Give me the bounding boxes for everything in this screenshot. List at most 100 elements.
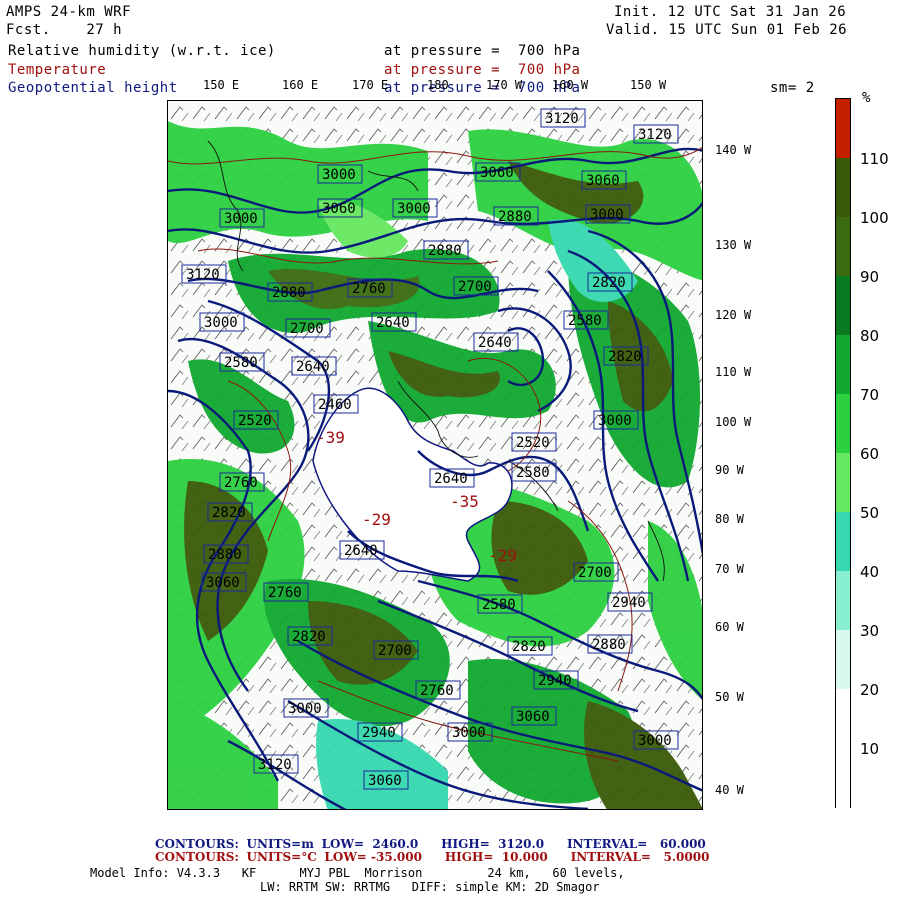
footer-height-contours: CONTOURS: UNITS=m LOW= 2460.0 HIGH= 3120… [155, 837, 706, 851]
lon-label: 170 E [352, 78, 389, 92]
svg-text:3000: 3000 [452, 725, 486, 741]
colorbar-tick: 90 [860, 268, 880, 286]
colorbar-segment [836, 394, 850, 454]
svg-text:2880: 2880 [208, 547, 242, 563]
svg-text:-35: -35 [450, 492, 479, 511]
footer-model-info-2: LW: RRTM SW: RRTMG DIFF: simple KM: 2D S… [260, 880, 600, 894]
init-time: Init. 12 UTC Sat 31 Jan 26 [614, 4, 847, 20]
svg-text:2880: 2880 [428, 243, 462, 259]
colorbar-segment [836, 748, 850, 808]
lat-label: 70 W [715, 562, 744, 576]
colorbar-segment [836, 453, 850, 513]
pressure-temp: at pressure = 700 hPa [384, 62, 581, 78]
svg-text:2640: 2640 [434, 471, 468, 487]
svg-text:3000: 3000 [322, 167, 356, 183]
model-title: AMPS 24-km WRF [6, 4, 132, 20]
lon-label: 150 W [630, 78, 667, 92]
lat-label: 100 W [715, 415, 752, 429]
svg-text:2760: 2760 [224, 475, 258, 491]
svg-text:2580: 2580 [224, 355, 258, 371]
svg-text:3000: 3000 [397, 201, 431, 217]
colorbar-segment [836, 158, 850, 218]
colorbar [835, 98, 851, 808]
svg-text:3000: 3000 [204, 315, 238, 331]
svg-text:2700: 2700 [378, 643, 412, 659]
colorbar-segment [836, 217, 850, 277]
lat-label: 110 W [715, 365, 752, 379]
svg-text:2880: 2880 [272, 285, 306, 301]
svg-text:3060: 3060 [206, 575, 240, 591]
svg-text:2820: 2820 [212, 505, 246, 521]
svg-text:2580: 2580 [568, 313, 602, 329]
colorbar-tick: 50 [860, 504, 880, 522]
colorbar-segment [836, 335, 850, 395]
svg-text:2700: 2700 [290, 321, 324, 337]
svg-text:-29: -29 [362, 510, 391, 529]
svg-text:2520: 2520 [238, 413, 272, 429]
colorbar-segment [836, 630, 850, 690]
valid-time: Valid. 15 UTC Sun 01 Feb 26 [606, 22, 848, 38]
lat-label: 40 W [715, 783, 744, 797]
footer-temp-contours: CONTOURS: UNITS=°C LOW= -35.000 HIGH= 10… [155, 850, 710, 864]
map-canvas: 3120 3120 3000 3060 3060 3000 3060 3000 … [168, 101, 702, 809]
svg-text:2820: 2820 [292, 629, 326, 645]
colorbar-segment [836, 99, 850, 159]
colorbar-tick: 60 [860, 445, 880, 463]
colorbar-tick: 40 [860, 563, 880, 581]
pressure-rh: at pressure = 700 hPa [384, 43, 581, 59]
svg-text:3060: 3060 [480, 165, 514, 181]
pressure-height: at pressure = 700 hPa [384, 80, 581, 96]
smoothing-label: sm= 2 [770, 80, 815, 96]
svg-text:2880: 2880 [498, 209, 532, 225]
svg-text:3060: 3060 [368, 773, 402, 789]
field-height: Geopotential height [8, 80, 178, 96]
svg-text:2820: 2820 [592, 275, 626, 291]
svg-text:2880: 2880 [592, 637, 626, 653]
lat-label: 60 W [715, 620, 744, 634]
svg-text:3000: 3000 [288, 701, 322, 717]
svg-text:3000: 3000 [224, 211, 258, 227]
svg-text:2820: 2820 [512, 639, 546, 655]
svg-text:2940: 2940 [612, 595, 646, 611]
lat-label: 130 W [715, 238, 752, 252]
svg-text:2580: 2580 [516, 465, 550, 481]
svg-text:2640: 2640 [296, 359, 330, 375]
svg-text:2760: 2760 [420, 683, 454, 699]
colorbar-segment [836, 571, 850, 631]
svg-text:2760: 2760 [352, 281, 386, 297]
svg-text:2820: 2820 [608, 349, 642, 365]
svg-text:2640: 2640 [344, 543, 378, 559]
colorbar-tick: 110 [860, 150, 889, 168]
svg-text:-39: -39 [316, 428, 345, 447]
colorbar-segment [836, 276, 850, 336]
colorbar-tick: 10 [860, 740, 880, 758]
svg-text:2640: 2640 [376, 315, 410, 331]
svg-text:3120: 3120 [545, 111, 579, 127]
svg-text:3000: 3000 [598, 413, 632, 429]
colorbar-tick: 30 [860, 622, 880, 640]
svg-text:2940: 2940 [362, 725, 396, 741]
colorbar-segment [836, 689, 850, 749]
svg-text:-29: -29 [488, 546, 517, 565]
forecast-label: Fcst. 27 h [6, 22, 123, 38]
svg-text:2580: 2580 [482, 597, 516, 613]
lon-label: 180 [427, 78, 449, 92]
svg-text:3120: 3120 [638, 127, 672, 143]
lon-label: 170 W [486, 78, 523, 92]
lon-label: 160 W [552, 78, 589, 92]
svg-text:2460: 2460 [318, 397, 352, 413]
colorbar-segment [836, 512, 850, 572]
colorbar-tick: 80 [860, 327, 880, 345]
svg-text:3000: 3000 [638, 733, 672, 749]
lat-label: 80 W [715, 512, 744, 526]
weather-map[interactable]: 3120 3120 3000 3060 3060 3000 3060 3000 … [167, 100, 703, 810]
svg-text:3120: 3120 [258, 757, 292, 773]
lat-label: 90 W [715, 463, 744, 477]
lat-label: 50 W [715, 690, 744, 704]
field-rh: Relative humidity (w.r.t. ice) [8, 43, 276, 59]
field-temp: Temperature [8, 62, 107, 78]
colorbar-tick: 70 [860, 386, 880, 404]
colorbar-tick: 20 [860, 681, 880, 699]
footer-model-info: Model Info: V4.3.3 KF MYJ PBL Morrison 2… [90, 866, 625, 880]
svg-text:3060: 3060 [516, 709, 550, 725]
